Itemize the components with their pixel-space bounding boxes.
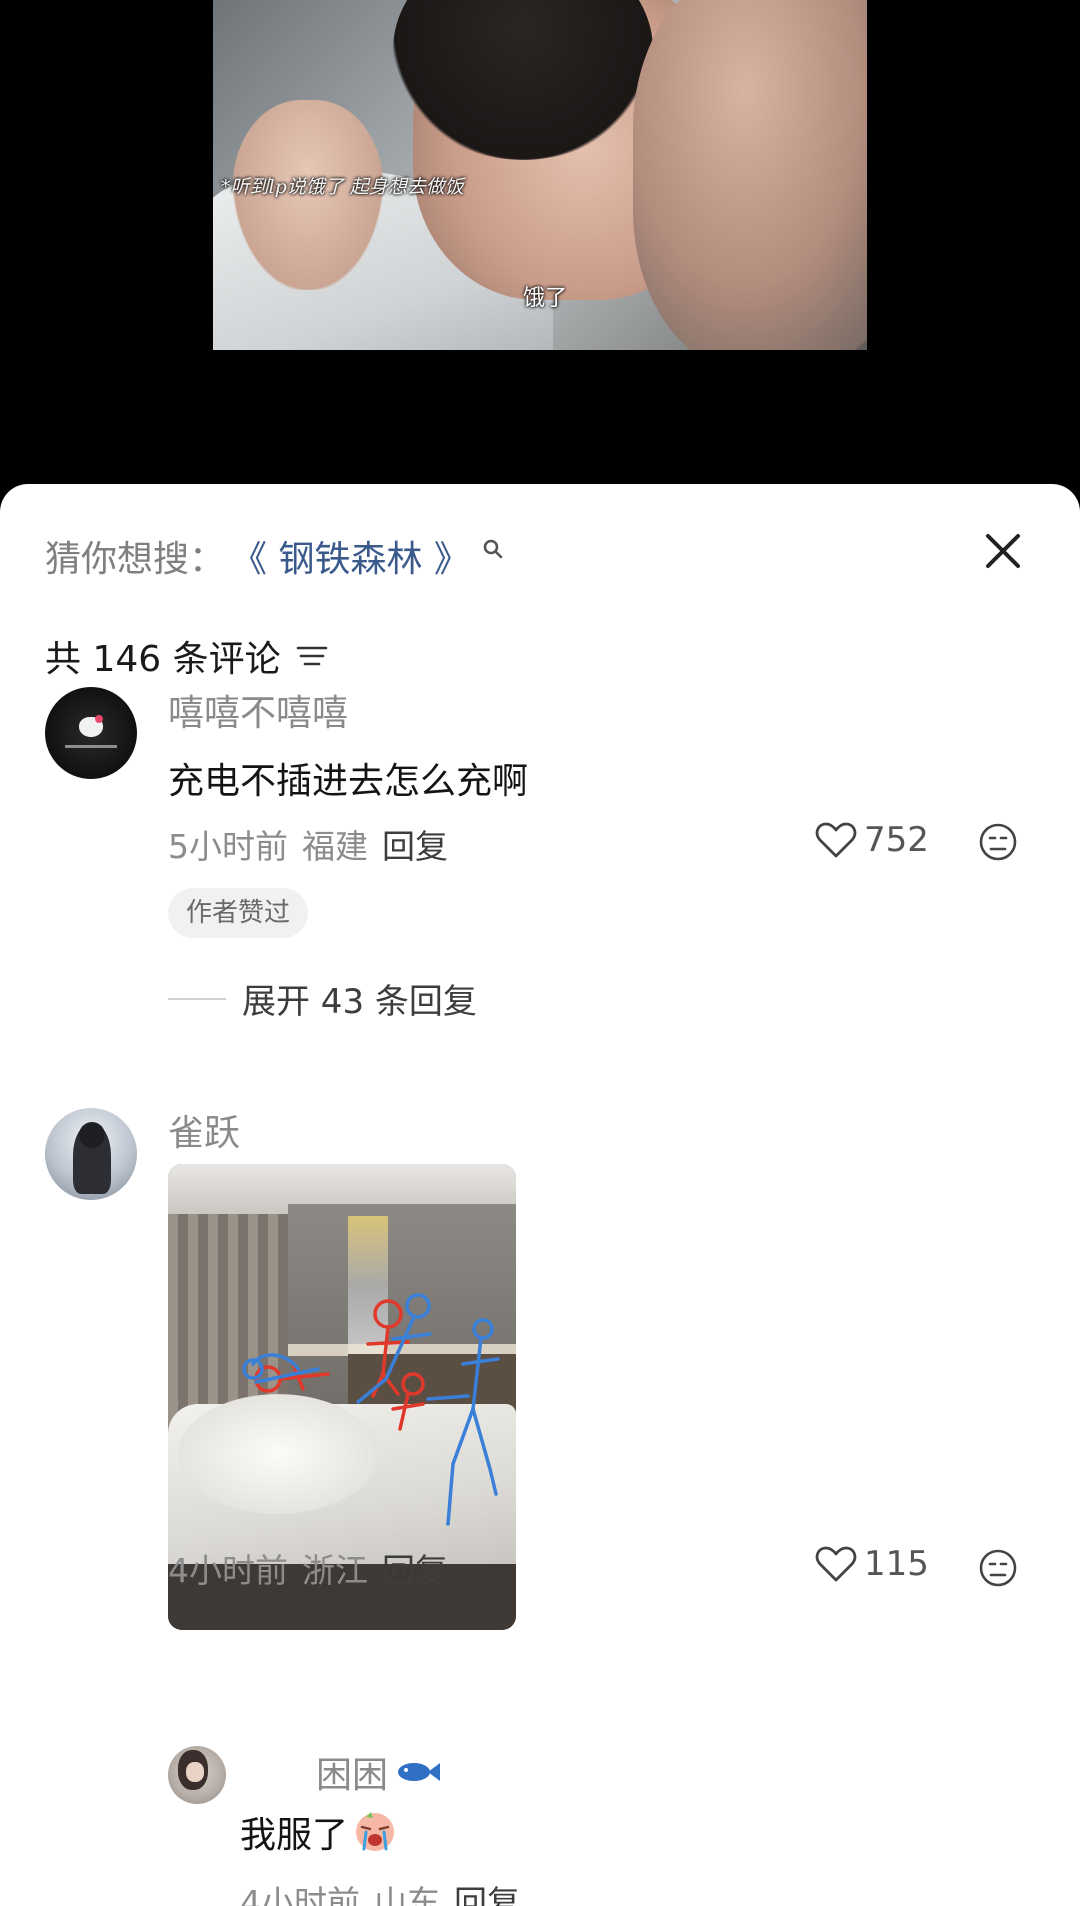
avatar[interactable] [45, 687, 137, 779]
expand-replies-label: 展开 43 条回复 [242, 982, 477, 1022]
like-button[interactable]: 115 [814, 1544, 929, 1584]
comment-time: 5小时前 [168, 827, 288, 866]
emoji-icon[interactable] [978, 1548, 1018, 1588]
suggestion-prefix: 猜你想搜： [45, 539, 226, 580]
comment-count: 共 146 条评论 [45, 630, 329, 682]
avatar[interactable] [45, 1108, 137, 1200]
comment-count-label: 共 146 条评论 [45, 639, 281, 680]
expand-replies-button[interactable]: 展开 43 条回复 [168, 974, 477, 1023]
reply-button[interactable]: 回复 [382, 820, 448, 868]
sort-icon[interactable] [295, 641, 329, 671]
comment-username[interactable]: 雀跃 [168, 1104, 240, 1156]
close-icon[interactable] [978, 526, 1028, 576]
avatar-tiny-text-shape [65, 745, 117, 748]
author-liked-badge: 作者赞过 [168, 888, 309, 938]
crying-emoji-icon [356, 1812, 395, 1851]
comment-username[interactable]: 嘻嘻不嘻嘻 [168, 684, 348, 736]
reply-text: 我服了 [240, 1815, 349, 1856]
reply-button[interactable]: 回复 [382, 1544, 448, 1592]
comment-location: 浙江 [302, 1551, 368, 1590]
video-man [633, 0, 867, 350]
reply-location: 山东 [374, 1883, 440, 1906]
comment-sheet: 猜你想搜： 《 钢铁森林 》 共 146 条评论 嘻嘻不嘻嘻 充电不插进去怎么充… [0, 484, 1080, 1906]
video-player[interactable]: *听到lp说饿了 起身想去做饭 饿了 [0, 0, 1080, 500]
like-count: 115 [864, 1544, 929, 1584]
video-caption-bottom: 饿了 [523, 286, 568, 311]
heart-icon [815, 1546, 857, 1582]
search-suggestion[interactable]: 猜你想搜： 《 钢铁森林 》 [45, 530, 504, 582]
reply-time: 4小时前 [240, 1883, 360, 1906]
reply-text-row: 我服了 [240, 1806, 398, 1858]
avatar-face-shape [186, 1762, 204, 1782]
comment-location: 福建 [302, 827, 368, 866]
reply-username[interactable]: 困困 [316, 1746, 388, 1798]
comment-meta: 5小时前 福建 回复 [168, 820, 448, 868]
like-count: 752 [864, 820, 929, 860]
video-caption-top: *听到lp说饿了 起身想去做饭 [221, 176, 464, 198]
fish-icon [398, 1763, 441, 1781]
reply-meta: 4小时前 山东 回复 [240, 1876, 520, 1906]
reply-button[interactable]: 回复 [454, 1876, 520, 1906]
heart-icon [815, 822, 857, 858]
avatar-head-shape [79, 1122, 105, 1148]
avatar-bow-shape [95, 715, 103, 723]
video-frame: *听到lp说饿了 起身想去做饭 饿了 [213, 0, 867, 350]
suggestion-term[interactable]: 《 钢铁森林 》 [231, 530, 470, 582]
avatar[interactable] [168, 1746, 226, 1804]
comment-time: 4小时前 [168, 1551, 288, 1590]
expand-divider [168, 997, 226, 1000]
comment-text: 充电不插进去怎么充啊 [168, 761, 529, 802]
reply-username-row: 困困 [316, 1746, 442, 1798]
emoji-icon[interactable] [978, 822, 1018, 862]
like-button[interactable]: 752 [814, 820, 929, 860]
search-icon [483, 539, 503, 559]
comment-meta: 4小时前 浙江 回复 [168, 1544, 448, 1592]
